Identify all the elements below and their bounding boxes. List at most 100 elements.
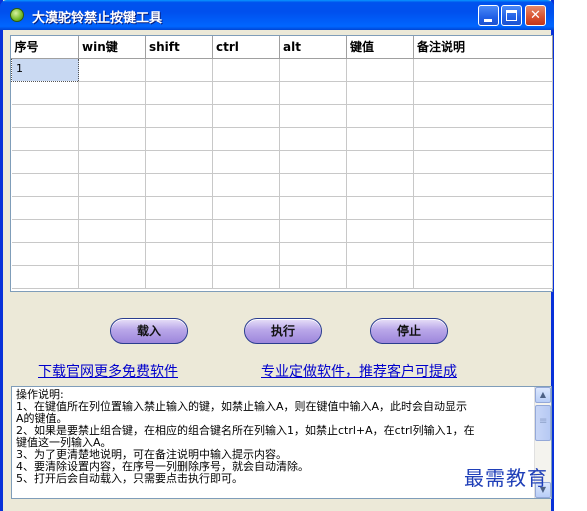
table-cell[interactable]: [78, 242, 146, 266]
table-cell[interactable]: [212, 127, 280, 151]
table-cell[interactable]: [212, 104, 280, 128]
table-cell[interactable]: [145, 173, 213, 197]
column-header[interactable]: ctrl: [212, 36, 280, 59]
key-grid[interactable]: 序号 win键 shift ctrl alt 键值 备注说明 1: [10, 35, 553, 292]
download-link[interactable]: 下载官网更多免费软件: [38, 361, 178, 381]
table-cell[interactable]: [346, 242, 414, 266]
table-cell[interactable]: [279, 265, 347, 289]
table-cell[interactable]: [11, 265, 79, 289]
table-cell[interactable]: [145, 58, 213, 82]
table-cell[interactable]: [279, 173, 347, 197]
table-row: [11, 104, 553, 128]
main-window: 大漠驼铃禁止按键工具 ✕ 序号 win键 shift ctrl alt 键值 备…: [0, 0, 554, 511]
table-cell[interactable]: [145, 265, 213, 289]
instruction-line: 1、在键值所在列位置输入禁止输入的键，如禁止输入A，则在键值中输入A，此时会自动…: [16, 400, 468, 413]
table-row: [11, 196, 553, 220]
app-icon: [10, 8, 24, 22]
table-cell[interactable]: [346, 127, 414, 151]
table-row: [11, 242, 553, 266]
table-cell[interactable]: [145, 150, 213, 174]
custom-software-link[interactable]: 专业定做软件，推荐客户可提成: [261, 361, 457, 381]
table-cell[interactable]: [346, 265, 414, 289]
table-cell[interactable]: [413, 81, 553, 105]
table-cell[interactable]: 1: [11, 57, 79, 82]
table-cell[interactable]: [11, 81, 79, 105]
table-cell[interactable]: [413, 196, 553, 220]
table-cell[interactable]: [78, 127, 146, 151]
table-cell[interactable]: [346, 81, 414, 105]
instruction-line: 5、打开后会自动载入，只需要点击执行即可。: [16, 472, 243, 485]
window-title: 大漠驼铃禁止按键工具: [32, 11, 163, 26]
table-cell[interactable]: [413, 58, 553, 82]
table-cell[interactable]: [279, 150, 347, 174]
table-cell[interactable]: [279, 127, 347, 151]
table-cell[interactable]: [78, 219, 146, 243]
table-cell[interactable]: [145, 127, 213, 151]
table-cell[interactable]: [346, 219, 414, 243]
run-button[interactable]: 执行: [244, 318, 322, 344]
table-cell[interactable]: [78, 58, 146, 82]
table-cell[interactable]: [145, 196, 213, 220]
table-cell[interactable]: [346, 196, 414, 220]
table-row: [11, 173, 553, 197]
stop-button[interactable]: 停止: [370, 318, 448, 344]
close-button[interactable]: ✕: [525, 5, 546, 26]
table-cell[interactable]: [413, 219, 553, 243]
table-cell[interactable]: [279, 81, 347, 105]
table-cell[interactable]: [413, 104, 553, 128]
column-header[interactable]: 键值: [346, 36, 414, 59]
table-cell[interactable]: [11, 173, 79, 197]
table-cell[interactable]: [279, 219, 347, 243]
column-header[interactable]: alt: [279, 36, 347, 59]
column-header[interactable]: 序号: [11, 36, 79, 59]
table-cell[interactable]: [346, 58, 414, 82]
table-cell[interactable]: [11, 219, 79, 243]
table-cell[interactable]: [279, 196, 347, 220]
maximize-button[interactable]: [501, 5, 522, 26]
table-cell[interactable]: [11, 196, 79, 220]
table-cell[interactable]: [413, 127, 553, 151]
table-cell[interactable]: [346, 173, 414, 197]
table-cell[interactable]: [346, 150, 414, 174]
table-cell[interactable]: [279, 58, 347, 82]
table-cell[interactable]: [346, 104, 414, 128]
table-cell[interactable]: [11, 242, 79, 266]
column-header[interactable]: 备注说明: [413, 36, 553, 59]
minimize-button[interactable]: [478, 5, 499, 26]
table-cell[interactable]: [279, 242, 347, 266]
table-cell[interactable]: [212, 81, 280, 105]
table-cell[interactable]: [212, 150, 280, 174]
table-cell[interactable]: [11, 150, 79, 174]
scroll-thumb[interactable]: [535, 405, 551, 441]
table-cell[interactable]: [212, 265, 280, 289]
table-cell[interactable]: [78, 173, 146, 197]
table-cell[interactable]: [78, 265, 146, 289]
column-header[interactable]: shift: [145, 36, 213, 59]
table-cell[interactable]: [413, 150, 553, 174]
table-cell[interactable]: [413, 242, 553, 266]
table-cell[interactable]: [212, 58, 280, 82]
table-cell[interactable]: [78, 150, 146, 174]
table-cell[interactable]: [78, 196, 146, 220]
table-cell[interactable]: [145, 104, 213, 128]
load-button[interactable]: 载入: [110, 318, 188, 344]
table-cell[interactable]: [413, 265, 553, 289]
table-cell[interactable]: [212, 173, 280, 197]
table-cell[interactable]: [11, 127, 79, 151]
table-cell[interactable]: [212, 219, 280, 243]
scroll-up-icon[interactable]: ▲: [535, 387, 551, 403]
table-row: [11, 150, 553, 174]
table-cell[interactable]: [279, 104, 347, 128]
title-bar[interactable]: 大漠驼铃禁止按键工具 ✕: [0, 0, 554, 30]
maximize-icon: [506, 10, 517, 21]
table-cell[interactable]: [212, 242, 280, 266]
table-cell[interactable]: [145, 81, 213, 105]
table-cell[interactable]: [78, 81, 146, 105]
table-cell[interactable]: [212, 196, 280, 220]
table-cell[interactable]: [11, 104, 79, 128]
table-cell[interactable]: [145, 242, 213, 266]
column-header[interactable]: win键: [78, 36, 146, 59]
table-cell[interactable]: [78, 104, 146, 128]
table-cell[interactable]: [145, 219, 213, 243]
table-cell[interactable]: [413, 173, 553, 197]
